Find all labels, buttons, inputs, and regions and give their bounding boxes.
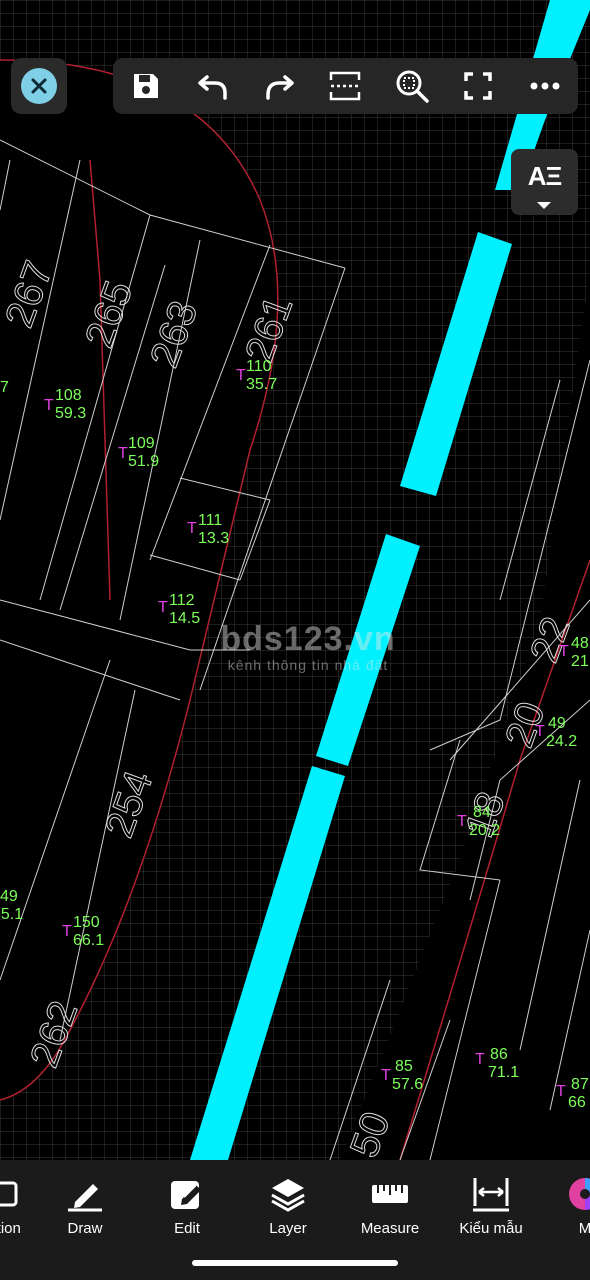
- watermark: bds123.vn kênh thông tin nhà đất: [193, 620, 423, 673]
- parcel-id: 87: [571, 1076, 589, 1093]
- tab-layer[interactable]: Layer: [243, 1174, 333, 1237]
- parcel-id: 84: [473, 804, 491, 821]
- parcel-type: T: [535, 723, 545, 740]
- parcel-type: T: [118, 445, 128, 462]
- parcel-area: 24.2: [546, 733, 577, 750]
- parcel-id: 108: [55, 387, 82, 404]
- parcel-area: 55.1: [0, 906, 23, 923]
- watermark-subtitle: kênh thông tin nhà đất: [227, 657, 389, 673]
- parcel-area: 20.2: [469, 822, 500, 839]
- parcel-id: 112: [169, 592, 195, 609]
- parcel-type: T: [62, 923, 72, 940]
- tab-edit[interactable]: Edit: [142, 1174, 232, 1237]
- zoom-window-icon: [396, 70, 429, 103]
- fullscreen-button[interactable]: [455, 63, 501, 109]
- parcel-area: 66: [568, 1094, 586, 1111]
- color-wheel-icon: [540, 1174, 590, 1214]
- save-button[interactable]: [123, 63, 169, 109]
- tab-dimension-style[interactable]: Kiểu mẫu: [446, 1174, 536, 1237]
- parcel-type: T: [236, 367, 246, 384]
- close-icon: [21, 68, 57, 104]
- tab-measure[interactable]: Measure: [345, 1174, 435, 1237]
- zoom-window-button[interactable]: [389, 63, 435, 109]
- redo-button[interactable]: [256, 63, 302, 109]
- parcel-id: 85: [395, 1058, 413, 1075]
- parcel-id: 150: [73, 914, 100, 931]
- ruler-icon: [345, 1174, 435, 1214]
- tab-label: Measure: [360, 1220, 420, 1237]
- parcel-area: 51.9: [128, 453, 159, 470]
- watermark-title: bds123.vn: [220, 620, 396, 658]
- dimension-icon: [446, 1174, 536, 1214]
- fullscreen-icon: [464, 72, 493, 100]
- parcel-area: 71.1: [488, 1064, 519, 1081]
- parcel-id: 86: [490, 1046, 508, 1063]
- undo-button[interactable]: [190, 63, 236, 109]
- parcel-area: 13.3: [198, 530, 229, 547]
- parcel-id: 48: [571, 635, 589, 652]
- edit-icon: [142, 1174, 232, 1214]
- parcel-area: 66.1: [73, 932, 104, 949]
- undo-icon: [197, 75, 227, 100]
- parcel-id: 111: [198, 512, 222, 529]
- text-style-icon: AΞ: [527, 161, 563, 191]
- tab-label: M: [578, 1220, 590, 1237]
- parcel-type: T: [457, 813, 467, 830]
- tab-label: Kiểu mẫu: [459, 1220, 523, 1237]
- parcel-id: 110: [246, 358, 272, 375]
- parcel-id: 109: [128, 435, 155, 452]
- close-button[interactable]: [11, 58, 67, 114]
- tab-draw[interactable]: Draw: [40, 1174, 130, 1237]
- top-toolbar: [113, 58, 578, 114]
- more-icon: [530, 82, 560, 90]
- parcel-area: 35.7: [246, 376, 277, 393]
- fit-width-button[interactable]: [322, 63, 368, 109]
- parcel-area: 7: [0, 379, 9, 396]
- parcel-id: 49: [0, 888, 18, 905]
- parcel-type: T: [187, 520, 197, 537]
- chevron-down-icon: [537, 202, 551, 209]
- draw-pencil-icon: [40, 1174, 130, 1214]
- parcel-type: T: [475, 1051, 485, 1068]
- fit-width-icon: [330, 71, 361, 101]
- tab-label: Draw: [67, 1220, 103, 1237]
- redo-icon: [266, 75, 294, 100]
- home-indicator[interactable]: [192, 1260, 398, 1266]
- parcel-area: 59.3: [55, 405, 86, 422]
- text-style-button[interactable]: AΞ: [511, 149, 578, 215]
- layers-icon: [243, 1174, 333, 1214]
- parcel-area: 57.6: [392, 1076, 423, 1093]
- parcel-type: T: [559, 643, 569, 660]
- save-icon: [134, 74, 159, 98]
- more-button[interactable]: [522, 63, 568, 109]
- tab-label: Layer: [269, 1220, 307, 1237]
- tab-more-tools[interactable]: M: [540, 1174, 590, 1237]
- tab-label: Edit: [174, 1220, 200, 1237]
- parcel-type: T: [556, 1083, 566, 1100]
- parcel-type: T: [381, 1067, 391, 1084]
- parcel-id: 49: [548, 715, 566, 732]
- parcel-area: 21.: [571, 653, 590, 670]
- parcel-type: T: [44, 397, 54, 414]
- parcel-type: T: [158, 599, 168, 616]
